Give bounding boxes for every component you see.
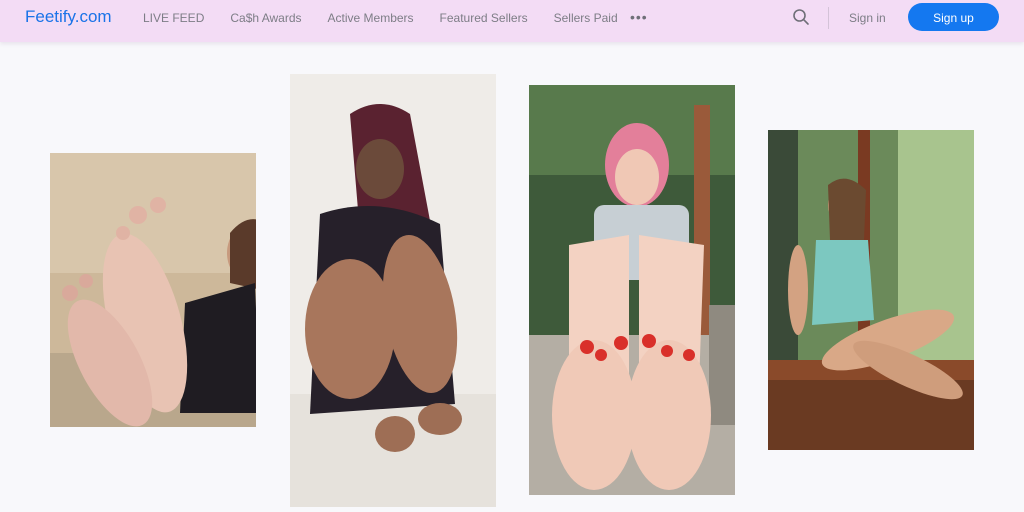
nav-cash-awards[interactable]: Ca$h Awards xyxy=(230,11,301,25)
nav-featured-sellers[interactable]: Featured Sellers xyxy=(440,11,528,25)
nav-active-members[interactable]: Active Members xyxy=(328,11,414,25)
signup-button[interactable]: Sign up xyxy=(908,3,999,31)
site-logo[interactable]: Feetify.com xyxy=(25,7,112,27)
more-dots-icon[interactable]: ••• xyxy=(630,9,648,25)
nav-live-feed[interactable]: LIVE FEED xyxy=(143,11,204,25)
signin-link[interactable]: Sign in xyxy=(849,11,886,25)
gallery-photo-3[interactable] xyxy=(529,85,735,495)
photo-woman-window-ledge xyxy=(768,130,974,450)
nav-divider xyxy=(828,7,829,29)
top-navbar: Feetify.com LIVE FEED Ca$h Awards Active… xyxy=(0,0,1024,42)
search-icon[interactable] xyxy=(792,8,810,26)
nav-sellers-paid[interactable]: Sellers Paid xyxy=(554,11,618,25)
photo-woman-pink-hair-soles xyxy=(529,85,735,495)
main-nav: LIVE FEED Ca$h Awards Active Members Fea… xyxy=(143,11,644,25)
photo-woman-soles-raised xyxy=(50,153,256,427)
gallery-photo-1[interactable] xyxy=(50,153,256,427)
gallery-photo-4[interactable] xyxy=(768,130,974,450)
photo-woman-braids-sitting xyxy=(290,74,496,507)
gallery-photo-2[interactable] xyxy=(290,74,496,507)
